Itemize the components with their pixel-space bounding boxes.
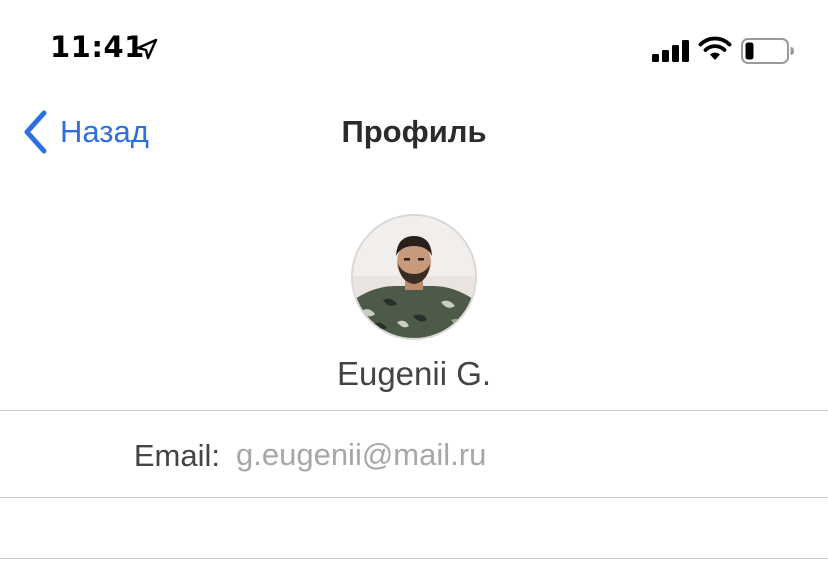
email-row: Email: [0,412,828,498]
divider [0,410,828,411]
avatar[interactable] [353,216,475,338]
status-time: 11:41 [50,30,145,64]
navigation-bar: Назад Профиль [0,96,828,172]
profile-screen: 11:41 Назад Профиль Eugenii G. Email: g.… [0,0,828,579]
page-title: Профиль [341,114,487,149]
divider [0,497,828,498]
user-photo-avatar [353,216,475,338]
profile-name: Eugenii G. [336,355,492,392]
status-bar: 11:41 [0,0,828,96]
cellular-signal-icon [652,40,689,62]
location-arrow-icon [136,38,158,60]
divider [0,558,828,559]
email-label: Email: [133,438,220,473]
battery-low-icon [741,38,794,64]
wifi-icon [698,36,732,60]
email-field[interactable] [236,434,776,476]
